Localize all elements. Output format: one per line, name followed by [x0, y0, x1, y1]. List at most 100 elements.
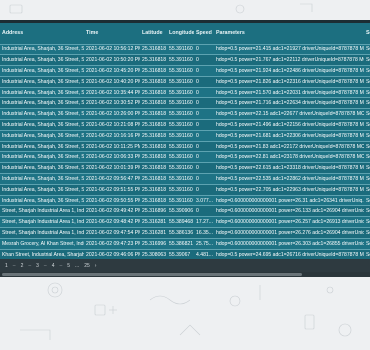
column-header-se[interactable]: Se [364, 23, 370, 44]
longitude-cell: 55.386136 [169, 229, 194, 236]
table-row[interactable]: Industrial Area, Sharjah, 36 Street, S..… [0, 108, 370, 120]
se-cell: Se [366, 197, 370, 204]
time-cell: 2021-06-02 09:49:42 PM [86, 208, 140, 215]
latitude-cell: 25.316818 [142, 89, 167, 96]
page-3-link[interactable]: 3 [36, 263, 39, 269]
table-row[interactable]: Industrial Area, Sharjah, 36 Street, S..… [0, 195, 370, 206]
table-row[interactable]: Street, Sharjah Industrial Area 1, Indus… [0, 216, 370, 228]
speed-cell: 0 [196, 57, 199, 64]
table-row[interactable]: Industrial Area, Sharjah, 36 Street, S..… [0, 76, 370, 88]
latitude-cell: 25.316818 [142, 57, 167, 64]
latitude-cell: 25.316818 [142, 143, 167, 150]
se-cell: Se [366, 219, 370, 226]
time-cell: 2021-06-02 10:40:20 PM [86, 78, 140, 85]
longitude-cell: 55.391160 [169, 175, 193, 182]
horizontal-scrollbar[interactable] [0, 272, 370, 277]
table-row[interactable]: Industrial Area, Sharjah, 36 Street, S..… [0, 119, 370, 131]
time-cell: 2021-06-02 10:26:00 PM [86, 111, 140, 118]
longitude-cell: 55.391160 [169, 197, 193, 204]
longitude-cell: 55.391160 [169, 165, 193, 172]
longitude-cell: 55.391160 [169, 111, 193, 118]
table-row[interactable]: Industrial Area, Sharjah, 36 Street, S..… [0, 130, 370, 142]
page-5-link[interactable]: 5 [67, 263, 70, 269]
speed-cell: 25.75... [196, 240, 213, 247]
table-row[interactable]: Industrial Area, Sharjah, 36 Street, S..… [0, 65, 370, 77]
parameters-cell: hdop=0.5 power=21.496 adc1=22156 driverU… [216, 121, 364, 128]
parameters-cell: hdop=0.5 power=22.15 adc1=22677 driverUn… [216, 111, 364, 118]
address-cell: Industrial Area, Sharjah, 36 Street, S..… [2, 186, 84, 193]
page-2-link[interactable]: 2 [21, 263, 24, 269]
longitude-cell: 55.391160 [169, 78, 193, 85]
longitude-cell: 55.391160 [169, 186, 193, 193]
parameters-cell: hdop=0.600000000000001 power=26.276 adc1… [216, 229, 364, 236]
table-row[interactable]: Industrial Area, Sharjah, 36 Street, S..… [0, 162, 370, 174]
table-body: Industrial Area, Sharjah, 36 Street, S..… [0, 44, 370, 259]
longitude-cell: 55.391160 [169, 132, 193, 139]
parameters-cell: hdop=0.5 power=21.681 adc1=22306 driverU… [216, 132, 364, 139]
scrollbar-thumb[interactable] [2, 273, 302, 276]
table-row[interactable]: Industrial Area, Sharjah, 36 Street, S..… [0, 44, 370, 55]
table-row[interactable]: Industrial Area, Sharjah, 36 Street, S..… [0, 141, 370, 152]
page-separator: – [59, 262, 63, 269]
column-header-parameters[interactable]: Parameters [214, 23, 364, 44]
address-cell: Industrial Area, Sharjah, 36 Street, S..… [2, 67, 84, 74]
column-header-address[interactable]: Address [0, 23, 84, 44]
page-4-link[interactable]: 4 [52, 263, 55, 269]
time-cell: 2021-06-02 10:11:25 PM [86, 143, 140, 150]
address-cell: Khan Street, Industrial Area, Sharjah, S… [2, 251, 84, 258]
parameters-cell: hdop=0.600000000000001 power=26.303 adc1… [216, 240, 364, 247]
speed-cell: 0 [196, 78, 199, 85]
table-row[interactable]: Industrial Area, Sharjah, 36 Street, S..… [0, 173, 370, 185]
table-row[interactable]: Industrial Area, Sharjah, 36 Street, S..… [0, 54, 370, 66]
se-cell: Se [366, 154, 370, 161]
latitude-cell: 25.316818 [142, 46, 167, 53]
se-cell: Se [366, 240, 370, 247]
table-row[interactable]: Industrial Area, Sharjah, 36 Street, S..… [0, 97, 370, 109]
longitude-cell: 55.389468 [169, 219, 194, 226]
table-row[interactable]: Industrial Area, Sharjah, 36 Street, S..… [0, 151, 370, 163]
address-cell: Industrial Area, Sharjah, 36 Street, S..… [2, 78, 84, 85]
table-row[interactable]: Industrial Area, Sharjah, 36 Street, S..… [0, 87, 370, 98]
latitude-cell: 25.316818 [142, 78, 167, 85]
longitude-cell: 55.391160 [169, 46, 193, 53]
parameters-cell: hdop=0.5 power=21.716 adc1=22634 driverU… [216, 100, 364, 107]
table-row[interactable]: Street, Sharjah Industrial Area 1, Indus… [0, 205, 370, 217]
longitude-cell: 55.391160 [169, 67, 193, 74]
time-cell: 2021-06-02 10:01:39 PM [86, 165, 140, 172]
parameters-cell: hdop=0.5 power=21.415 adc1=21927 driverU… [216, 46, 364, 53]
time-cell: 2021-06-02 09:51:55 PM [86, 186, 140, 193]
address-cell: Industrial Area, Sharjah, 36 Street, S..… [2, 132, 84, 139]
next-page-icon[interactable]: › [95, 263, 97, 269]
parameters-cell: hdop=0.5 power=22.705 adc1=22963 driverU… [216, 186, 364, 193]
longitude-cell: 55.391160 [169, 100, 193, 107]
se-cell: Se [366, 186, 370, 193]
table-row[interactable]: Industrial Area, Sharjah, 36 Street, S..… [0, 184, 370, 196]
address-cell: Industrial Area, Sharjah, 36 Street, S..… [2, 197, 84, 204]
speed-cell: 0 [196, 100, 199, 107]
longitude-cell: 55.391160 [169, 154, 193, 161]
address-cell: Industrial Area, Sharjah, 36 Street, S..… [2, 143, 84, 150]
address-cell: Street, Sharjah Industrial Area 1, Indus… [2, 229, 84, 236]
speed-cell: 0 [196, 132, 199, 139]
latitude-cell: 25.316896 [142, 208, 167, 215]
column-header-latitude[interactable]: Latitude [140, 23, 167, 44]
address-cell: Mesrah Grocery, Al Khan Street, Industr.… [2, 240, 84, 247]
column-header-time[interactable]: Time [84, 23, 140, 44]
time-cell: 2021-06-02 10:06:33 PM [86, 154, 140, 161]
table-row[interactable]: Street, Sharjah Industrial Area 1, Indus… [0, 227, 370, 239]
time-cell: 2021-06-02 09:46:06 PM [86, 251, 140, 258]
address-cell: Industrial Area, Sharjah, 36 Street, S..… [2, 111, 84, 118]
latitude-cell: 25.316818 [142, 121, 167, 128]
longitude-cell: 55.391160 [169, 89, 193, 96]
page-1-link[interactable]: 1 [5, 263, 8, 269]
table-row[interactable]: Mesrah Grocery, Al Khan Street, Industr.… [0, 238, 370, 250]
parameters-cell: hdop=0.5 power=21.570 adc1=22031 driverU… [216, 89, 364, 96]
column-header-speed[interactable]: Speed [194, 23, 214, 44]
table-row[interactable]: Khan Street, Industrial Area, Sharjah, S… [0, 249, 370, 259]
column-header-longitude[interactable]: Longitude [167, 23, 194, 44]
latitude-cell: 25.316818 [142, 111, 167, 118]
address-cell: Industrial Area, Sharjah, 36 Street, S..… [2, 175, 84, 182]
page-25-link[interactable]: 25 [84, 263, 90, 269]
latitude-cell: 25.316818 [142, 132, 167, 139]
se-cell: Se [366, 175, 370, 182]
